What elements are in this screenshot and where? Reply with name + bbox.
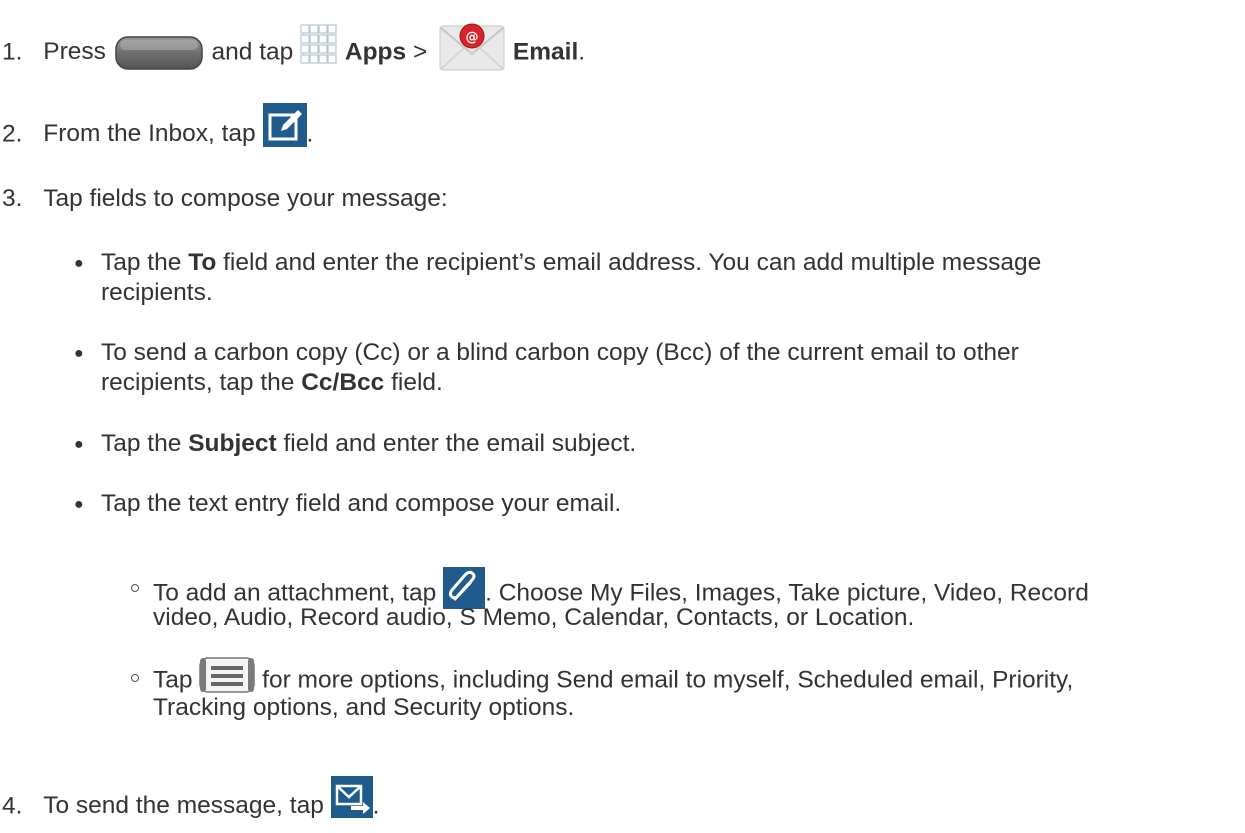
bullet-text: recipients, tap the: [101, 369, 295, 396]
send-icon: [330, 776, 373, 818]
step-3: 3. Tap fields to compose your message:: [2, 184, 448, 214]
bullet-text: for more options, including Send email t…: [262, 666, 1074, 694]
apps-label: Apps: [344, 38, 407, 66]
step-text: Press: [43, 38, 106, 66]
email-label: Email: [512, 38, 579, 66]
email-envelope-icon: @: [438, 22, 506, 72]
subbullet-menu-line2: Tracking options, and Security options.: [153, 694, 575, 721]
bullet-text: Tap the: [101, 249, 182, 276]
subbullet-attach-line2: video, Audio, Record audio, S Memo, Cale…: [153, 604, 915, 631]
step-text: From the Inbox, tap: [43, 120, 256, 148]
bullet-body: Tap the text entry field and compose you…: [101, 490, 622, 517]
bullet-text: Tap the: [101, 430, 182, 457]
sub-bullet-circle: [131, 584, 139, 592]
period: .: [372, 792, 380, 820]
cc-bcc-field-label: Cc/Bcc: [301, 369, 385, 396]
period: .: [578, 38, 586, 66]
bullet-dot: ●: [74, 345, 84, 362]
bullet-dot: ●: [74, 496, 84, 513]
to-field-label: To: [188, 249, 217, 276]
step-text: To send the message, tap: [43, 792, 324, 820]
bullet-cc-line2: recipients, tap the Cc/Bcc field.: [101, 368, 443, 398]
bullet-text: Tap: [153, 666, 193, 694]
compose-icon: [262, 103, 307, 147]
bullet-to-line2: recipients.: [101, 279, 213, 306]
period: .: [306, 120, 314, 148]
svg-text:@: @: [466, 30, 479, 45]
step-2: 2. From the Inbox, tap .: [2, 103, 314, 157]
separator: >: [412, 38, 428, 66]
bullet-text: field and enter the recipient’s email ad…: [223, 249, 1042, 276]
apps-grid-icon: [300, 24, 338, 66]
step-text: Tap fields to compose your message:: [43, 185, 448, 212]
step-number: 1.: [2, 38, 23, 66]
step-4: 4. To send the message, tap .: [2, 776, 380, 828]
bullet-subject: Tap the Subject field and enter the emai…: [101, 429, 636, 459]
step-text: and tap: [211, 38, 294, 66]
step-number: 3.: [2, 185, 23, 212]
bullet-cc: To send a carbon copy (Cc) or a blind ca…: [101, 339, 1019, 366]
bullet-dot: ●: [74, 436, 84, 453]
bullet-dot: ●: [74, 255, 84, 272]
step-1: 1. Press and tap Apps > @ Email.: [2, 23, 586, 78]
step-number: 2.: [2, 120, 23, 148]
sub-bullet-circle: [131, 674, 139, 682]
bullet-text: field.: [391, 369, 443, 396]
home-key-icon: [114, 36, 203, 70]
step-number: 4.: [2, 792, 23, 820]
subject-field-label: Subject: [188, 430, 277, 457]
bullet-text: field and enter the email subject.: [283, 430, 637, 457]
bullet-to: Tap the To field and enter the recipient…: [101, 248, 1041, 278]
menu-key-icon: [199, 657, 256, 693]
